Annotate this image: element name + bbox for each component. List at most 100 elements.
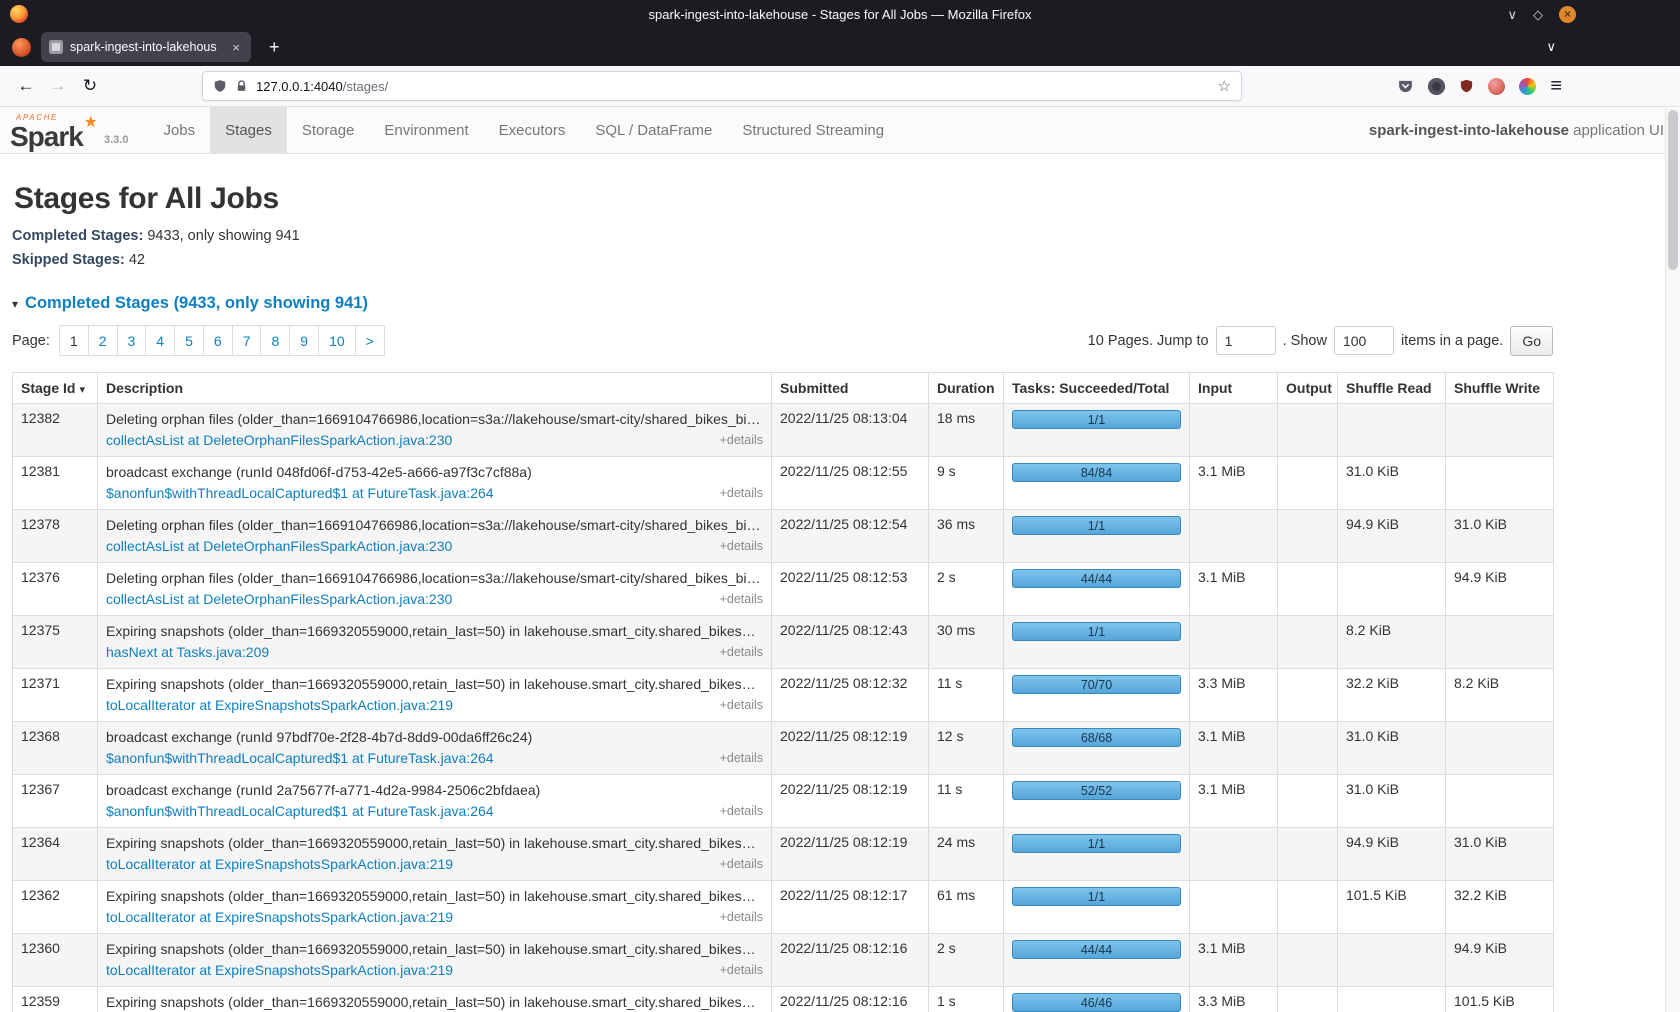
jump-page-input[interactable] bbox=[1216, 326, 1276, 355]
column-header-tasks-succeeded-total[interactable]: Tasks: Succeeded/Total bbox=[1004, 373, 1190, 404]
details-toggle[interactable]: +details bbox=[720, 484, 763, 503]
spark-nav-item-environment[interactable]: Environment bbox=[369, 107, 483, 153]
column-header-submitted[interactable]: Submitted bbox=[772, 373, 929, 404]
pagination-page[interactable]: 6 bbox=[203, 325, 233, 356]
lock-icon[interactable] bbox=[235, 79, 248, 94]
containers-extension-icon[interactable] bbox=[1428, 78, 1445, 95]
stage-callsite-link[interactable]: $anonfun$withThreadLocalCaptured$1 at Fu… bbox=[106, 484, 494, 503]
tab-title: spark-ingest-into-lakehous bbox=[70, 40, 222, 54]
pinwheel-extension-icon[interactable] bbox=[1519, 78, 1536, 95]
stages-summary: Completed Stages: 9433, only showing 941… bbox=[12, 226, 1553, 270]
scrollbar-thumb[interactable] bbox=[1668, 110, 1678, 270]
spark-nav-item-jobs[interactable]: Jobs bbox=[148, 107, 210, 153]
new-tab-button[interactable]: + bbox=[263, 37, 286, 58]
spark-nav-item-storage[interactable]: Storage bbox=[287, 107, 370, 153]
stage-callsite-link[interactable]: collectAsList at DeleteOrphanFilesSparkA… bbox=[106, 590, 452, 609]
spark-nav-item-sql-dataframe[interactable]: SQL / DataFrame bbox=[580, 107, 727, 153]
forward-icon[interactable]: → bbox=[42, 71, 74, 101]
column-header-duration[interactable]: Duration bbox=[929, 373, 1004, 404]
details-toggle[interactable]: +details bbox=[720, 961, 763, 980]
column-header-stage-id[interactable]: Stage Id▾ bbox=[13, 373, 98, 404]
menu-icon[interactable]: ≡ bbox=[1550, 76, 1562, 96]
url-bar[interactable]: 127.0.0.1:4040/stages/ ☆ bbox=[202, 71, 1242, 101]
url-text[interactable]: 127.0.0.1:4040/stages/ bbox=[256, 79, 388, 94]
table-row: 12378 Deleting orphan files (older_than=… bbox=[13, 510, 1554, 563]
pagination-page[interactable]: 3 bbox=[117, 325, 147, 356]
shuffle-read-cell bbox=[1338, 563, 1446, 616]
back-icon[interactable]: ← bbox=[10, 71, 42, 101]
stage-id-cell: 12364 bbox=[13, 828, 98, 881]
output-cell bbox=[1278, 722, 1338, 775]
window-close-icon[interactable]: × bbox=[1559, 6, 1576, 23]
extension-icon[interactable] bbox=[1488, 78, 1505, 95]
column-header-shuffle-read[interactable]: Shuffle Read bbox=[1338, 373, 1446, 404]
output-cell bbox=[1278, 616, 1338, 669]
spark-nav-item-structured-streaming[interactable]: Structured Streaming bbox=[727, 107, 899, 153]
stage-callsite-link[interactable]: toLocalIterator at ExpireSnapshotsSparkA… bbox=[106, 696, 453, 715]
shuffle-write-cell: 31.0 KiB bbox=[1446, 828, 1554, 881]
window-maximize-icon[interactable]: ◇ bbox=[1533, 8, 1543, 21]
browser-tab[interactable]: spark-ingest-into-lakehous × bbox=[41, 32, 251, 62]
column-header-description[interactable]: Description bbox=[98, 373, 772, 404]
details-toggle[interactable]: +details bbox=[720, 749, 763, 768]
pagination-page[interactable]: 9 bbox=[289, 325, 319, 356]
stage-callsite-link[interactable]: collectAsList at DeleteOrphanFilesSparkA… bbox=[106, 431, 452, 450]
spark-logo[interactable]: APACHE Spark ★ 3.3.0 bbox=[10, 107, 128, 153]
submitted-cell: 2022/11/25 08:12:16 bbox=[772, 934, 929, 987]
pagination-page[interactable]: 2 bbox=[88, 325, 118, 356]
stage-callsite-link[interactable]: toLocalIterator at ExpireSnapshotsSparkA… bbox=[106, 908, 453, 927]
shield-icon[interactable] bbox=[213, 78, 227, 94]
duration-cell: 2 s bbox=[929, 934, 1004, 987]
page-scrollbar[interactable] bbox=[1665, 108, 1680, 1012]
details-toggle[interactable]: +details bbox=[720, 643, 763, 662]
stage-description: Deleting orphan files (older_than=166910… bbox=[106, 516, 763, 535]
spark-nav-item-stages[interactable]: Stages bbox=[210, 107, 287, 153]
input-cell: 3.1 MiB bbox=[1190, 457, 1278, 510]
column-header-input[interactable]: Input bbox=[1190, 373, 1278, 404]
bookmark-star-icon[interactable]: ☆ bbox=[1218, 77, 1231, 95]
ublock-shield-icon[interactable] bbox=[1459, 78, 1474, 94]
go-button[interactable]: Go bbox=[1510, 326, 1553, 356]
details-toggle[interactable]: +details bbox=[720, 908, 763, 927]
page-size-input[interactable] bbox=[1334, 326, 1394, 355]
stage-callsite-link[interactable]: toLocalIterator at ExpireSnapshotsSparkA… bbox=[106, 855, 453, 874]
duration-cell: 61 ms bbox=[929, 881, 1004, 934]
shuffle-write-cell: 94.9 KiB bbox=[1446, 563, 1554, 616]
completed-stages-summary: Completed Stages: 9433, only showing 941 bbox=[12, 226, 1553, 246]
stage-callsite-link[interactable]: $anonfun$withThreadLocalCaptured$1 at Fu… bbox=[106, 749, 494, 768]
sort-caret-icon: ▾ bbox=[79, 384, 85, 396]
tab-close-icon[interactable]: × bbox=[229, 38, 243, 57]
stage-callsite-link[interactable]: $anonfun$withThreadLocalCaptured$1 at Fu… bbox=[106, 802, 494, 821]
details-toggle[interactable]: +details bbox=[720, 696, 763, 715]
tabs-list-icon[interactable]: ∨ bbox=[1546, 39, 1556, 55]
output-cell bbox=[1278, 775, 1338, 828]
pagination-page[interactable]: 10 bbox=[318, 325, 356, 356]
tasks-count: 1/1 bbox=[1088, 519, 1105, 533]
pagination-page[interactable]: 1 bbox=[59, 325, 89, 356]
stage-callsite-link[interactable]: hasNext at Tasks.java:209 bbox=[106, 643, 269, 662]
column-header-output[interactable]: Output bbox=[1278, 373, 1338, 404]
stage-callsite-link[interactable]: collectAsList at DeleteOrphanFilesSparkA… bbox=[106, 537, 452, 556]
spark-nav-item-executors[interactable]: Executors bbox=[484, 107, 581, 153]
pagination-page[interactable]: > bbox=[355, 325, 385, 356]
pagination-page[interactable]: 8 bbox=[260, 325, 290, 356]
pagination-page[interactable]: 4 bbox=[145, 325, 175, 356]
completed-stages-label: Completed Stages: bbox=[12, 228, 143, 244]
details-toggle[interactable]: +details bbox=[720, 590, 763, 609]
column-header-shuffle-write[interactable]: Shuffle Write bbox=[1446, 373, 1554, 404]
stage-description: Expiring snapshots (older_than=166932055… bbox=[106, 675, 763, 694]
stage-callsite-link[interactable]: toLocalIterator at ExpireSnapshotsSparkA… bbox=[106, 961, 453, 980]
window-minimize-icon[interactable]: ∨ bbox=[1507, 8, 1517, 21]
skipped-stages-label: Skipped Stages: bbox=[12, 252, 125, 268]
details-toggle[interactable]: +details bbox=[720, 537, 763, 556]
reload-icon[interactable]: ↻ bbox=[74, 71, 106, 101]
pagination-page[interactable]: 5 bbox=[174, 325, 204, 356]
tasks-progress-bar: 46/46 bbox=[1012, 993, 1181, 1012]
firefox-view-icon[interactable] bbox=[12, 38, 31, 57]
details-toggle[interactable]: +details bbox=[720, 431, 763, 450]
completed-stages-section-toggle[interactable]: ▾ Completed Stages (9433, only showing 9… bbox=[12, 294, 1553, 313]
details-toggle[interactable]: +details bbox=[720, 802, 763, 821]
pagination-page[interactable]: 7 bbox=[232, 325, 262, 356]
pocket-icon[interactable] bbox=[1397, 78, 1414, 95]
details-toggle[interactable]: +details bbox=[720, 855, 763, 874]
